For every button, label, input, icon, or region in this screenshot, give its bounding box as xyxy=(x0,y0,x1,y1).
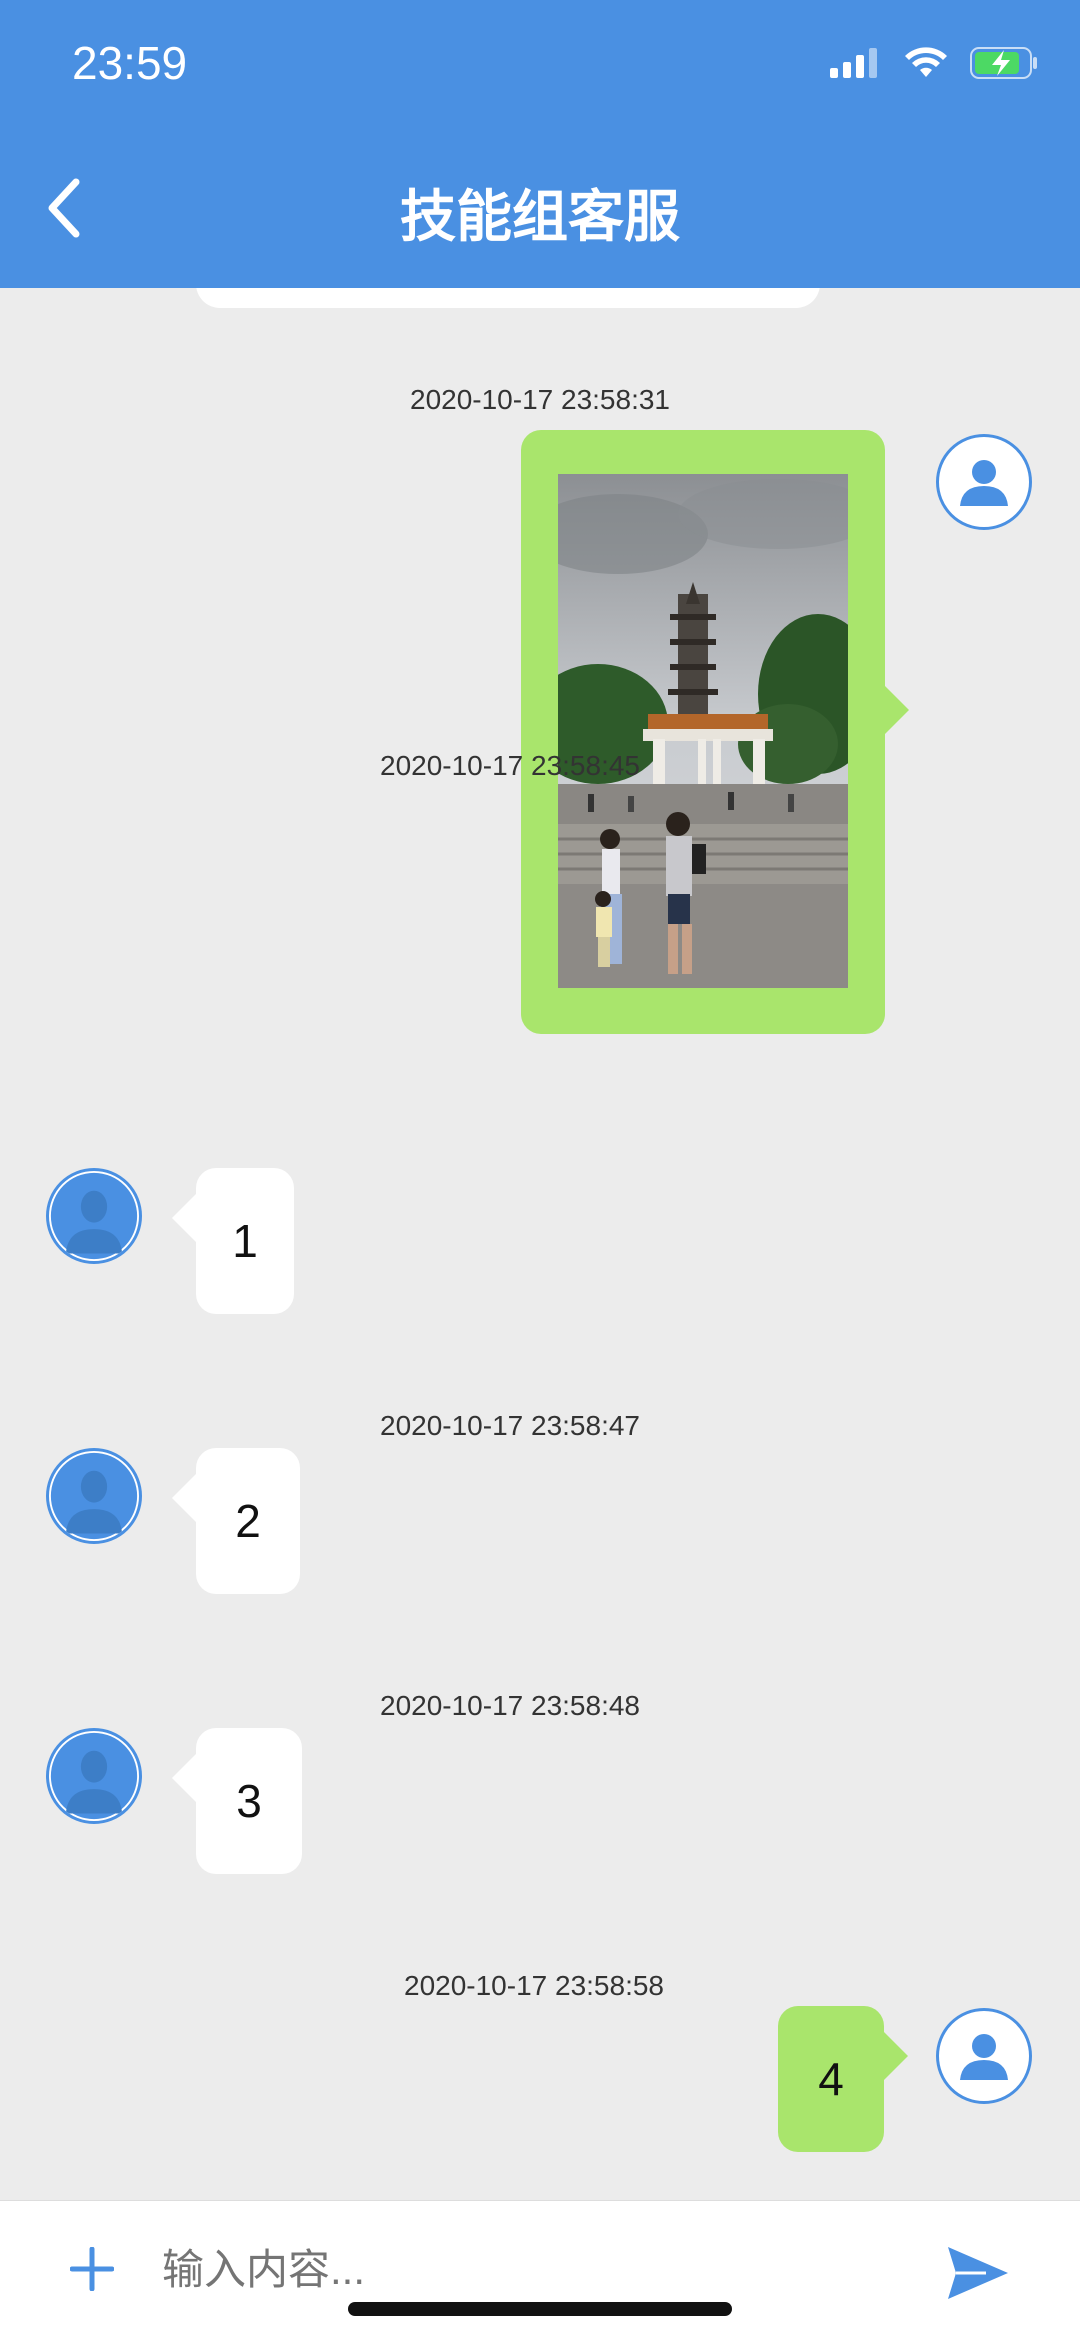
battery-charging-icon xyxy=(970,47,1037,79)
page-title: 技能组客服 xyxy=(400,185,680,248)
chat-area[interactable]: 2020-10-17 23:58:31 2020-10-17 23:58:45 … xyxy=(0,288,1080,2200)
partial-bubble xyxy=(196,288,820,308)
user-icon xyxy=(960,2034,1008,2080)
message-input[interactable] xyxy=(160,2237,904,2303)
message-bubble[interactable]: 2 xyxy=(196,1448,300,1594)
message-timestamp: 2020-10-17 23:58:48 xyxy=(380,1690,640,1721)
plus-icon[interactable] xyxy=(70,2247,114,2291)
home-indicator xyxy=(348,2302,732,2316)
agent-avatar[interactable] xyxy=(46,1168,142,1264)
message-timestamp: 2020-10-17 23:58:45 xyxy=(380,750,640,781)
self-avatar[interactable] xyxy=(936,2008,1032,2104)
message-bubble[interactable]: 4 xyxy=(778,2006,884,2152)
message-timestamp: 2020-10-17 23:58:31 xyxy=(410,384,670,415)
bubble-tail xyxy=(172,1194,196,1242)
message-timestamp: 2020-10-17 23:58:58 xyxy=(404,1970,664,2001)
photo-pagoda-image[interactable] xyxy=(558,474,848,988)
status-icons xyxy=(830,46,1040,80)
send-icon[interactable] xyxy=(946,2245,1010,2301)
message-timestamp: 2020-10-17 23:58:47 xyxy=(380,1410,640,1441)
message-bubble[interactable]: 3 xyxy=(196,1728,302,1874)
agent-avatar[interactable] xyxy=(46,1448,142,1544)
bubble-tail xyxy=(172,1474,196,1522)
bubble-tail xyxy=(884,2032,908,2080)
wifi-icon xyxy=(905,47,947,77)
agent-avatar[interactable] xyxy=(46,1728,142,1824)
user-silhouette-icon xyxy=(50,1172,138,1260)
message-bubble[interactable]: 1 xyxy=(196,1168,294,1314)
user-silhouette-icon xyxy=(50,1452,138,1540)
signal-icon xyxy=(830,48,877,78)
bubble-tail xyxy=(172,1754,196,1802)
user-silhouette-icon xyxy=(50,1732,138,1820)
bubble-tail xyxy=(885,686,909,734)
app-header: 23:59 技能组客服 xyxy=(0,0,1080,288)
status-time: 23:59 xyxy=(72,37,188,89)
self-avatar[interactable] xyxy=(936,434,1032,530)
user-icon xyxy=(960,460,1008,506)
input-bar xyxy=(0,2200,1080,2339)
